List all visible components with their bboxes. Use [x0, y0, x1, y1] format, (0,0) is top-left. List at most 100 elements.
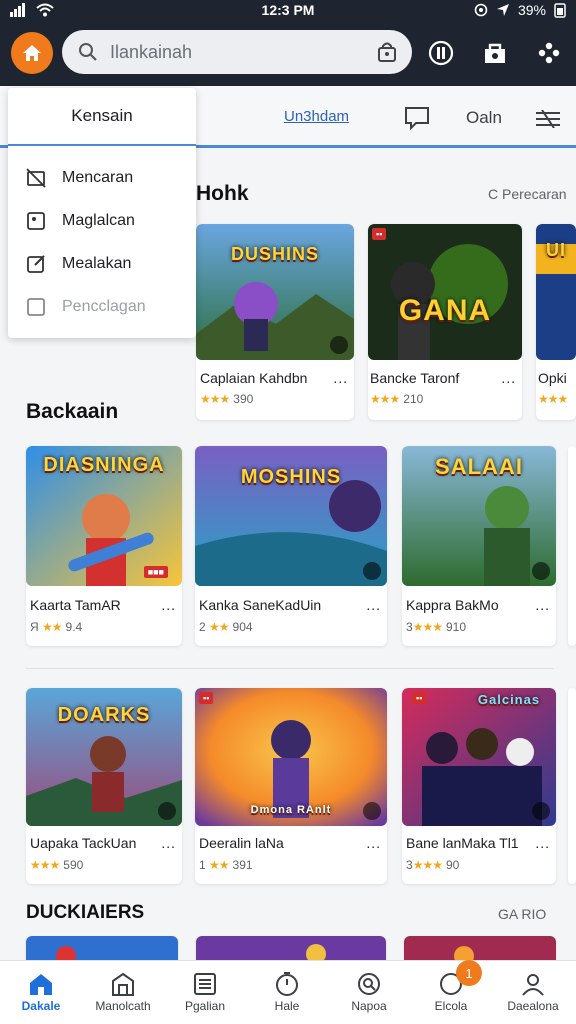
game-badge-icon: ■■■: [143, 566, 168, 578]
more-icon[interactable]: ...: [333, 370, 348, 386]
message-search-icon[interactable]: [404, 106, 430, 130]
checkbox-icon: [27, 298, 45, 316]
game-card[interactable]: ▪▪ Galcinas Bane lanMaka Tl1 ... 3★★★ 90: [402, 688, 556, 884]
nav-item-dakale[interactable]: Dakale: [0, 969, 82, 1013]
game-thumbnail: MOSHINS: [195, 446, 387, 586]
nav-item-manolcath[interactable]: Manolcath: [82, 969, 164, 1013]
home-button[interactable]: [11, 32, 53, 74]
list-icon: [194, 973, 216, 995]
battery-icon: [554, 3, 566, 18]
game-rating: 3★★★ 90: [406, 858, 460, 872]
section-link-perecaran[interactable]: C Perecaran: [488, 186, 567, 202]
game-rating: 3★★★ 910: [406, 620, 466, 634]
notification-badge: 1: [456, 960, 482, 986]
wrench-icon: [532, 562, 550, 580]
more-icon[interactable]: ...: [501, 370, 516, 386]
game-name: Uapaka TackUan: [30, 835, 137, 851]
game-name: Kaarta TamAR: [30, 597, 121, 613]
game-name: Kappra BakMo: [406, 597, 499, 613]
game-card[interactable]: DUSHINS Caplaian Kahdbn ... ★★★ 390: [196, 224, 354, 420]
game-name: Kanka SaneKadUin: [199, 597, 322, 613]
thumb-title: DIASNINGA: [43, 454, 165, 476]
bag-icon[interactable]: [482, 40, 508, 66]
lock-icon[interactable]: [376, 41, 398, 63]
game-card[interactable]: DOARKS Uapaka TackUan ... ★★★ 590: [26, 688, 182, 884]
wrench-icon: [158, 802, 176, 820]
game-card-peek[interactable]: [568, 446, 576, 646]
dropdown-item-mencaran[interactable]: Mencaran: [8, 160, 196, 196]
game-rating: 1 ★★ 391: [199, 858, 253, 872]
dropdown-item-mealakan[interactable]: Mealakan: [8, 246, 196, 282]
game-rating: ★★★ 210: [370, 392, 424, 406]
dropdown-item-label: Maglalcan: [62, 212, 135, 229]
more-icon[interactable]: ...: [366, 597, 381, 613]
more-icon[interactable]: ...: [161, 597, 176, 613]
tab-link-active[interactable]: Un3hdam: [284, 108, 349, 125]
thumb-title: GANA: [398, 294, 492, 327]
location-icon: [496, 4, 509, 16]
section-divider: [26, 668, 554, 669]
more-icon[interactable]: ...: [535, 835, 550, 851]
tab-search[interactable]: Oaln: [466, 108, 502, 128]
pause-circle-icon[interactable]: [428, 40, 454, 66]
section-link-ga-rio[interactable]: GA RIO: [498, 906, 546, 922]
dropdown-menu: Kensain Mencaran Maglalcan Mealakan Penc…: [8, 88, 196, 338]
thumb-title: SALAAI: [435, 454, 523, 479]
thumb-title: UI: [546, 240, 566, 260]
game-card-peek[interactable]: [568, 688, 576, 884]
game-name: Bane lanMaka Tl1: [406, 835, 519, 851]
game-card[interactable]: ▪▪ Dmona RAnlt Deeralin laNa ... 1 ★★ 391: [195, 688, 387, 884]
game-name: Deeralin laNa: [199, 835, 284, 851]
game-thumbnail: DOARKS: [26, 688, 182, 826]
dropdown-item-pencclagan[interactable]: Pencclagan: [8, 289, 196, 325]
home-icon: [30, 974, 52, 995]
game-card[interactable]: SALAAI Kappra BakMo ... 3★★★ 910: [402, 446, 556, 646]
nav-label: Dakale: [21, 999, 61, 1013]
game-badge-icon: ▪▪: [412, 692, 427, 704]
nav-item-pgalian[interactable]: Pgalian: [164, 969, 246, 1013]
game-name: Opki: [538, 370, 567, 386]
section-title-backaain: Backaain: [26, 400, 119, 423]
nav-label: Manolcath: [95, 999, 151, 1013]
game-card[interactable]: DIASNINGA ■■■ Kaarta TamAR ... Я ★★ 9.4: [26, 446, 182, 646]
more-icon[interactable]: ...: [535, 597, 550, 613]
search-input[interactable]: Ilankainah: [62, 30, 412, 74]
search-icon: [79, 43, 97, 61]
nav-label: Daealona: [507, 999, 559, 1013]
square-edit-icon: [27, 255, 45, 273]
nav-item-daealona[interactable]: Daealona: [492, 969, 574, 1013]
game-card[interactable]: UI Opki ★★★: [536, 224, 576, 420]
bottom-navigation: Dakale Manolcath Pgalian Hale Napoa Elco…: [0, 960, 576, 1024]
nav-item-napoa[interactable]: Napoa: [328, 969, 410, 1013]
timer-icon: [276, 972, 298, 996]
thumb-title: DUSHINS: [230, 244, 319, 264]
game-rating: Я ★★ 9.4: [30, 620, 83, 634]
filter-icon[interactable]: [536, 110, 560, 128]
section-title-hohk: Hohk: [196, 182, 249, 205]
search-query: Ilankainah: [110, 41, 193, 62]
nav-label: Pgalian: [184, 999, 226, 1013]
square-dot-icon: [27, 212, 45, 230]
nav-item-hale[interactable]: Hale: [246, 969, 328, 1013]
cast-off-icon: [26, 168, 46, 188]
nav-label: Elcola: [434, 999, 468, 1013]
game-thumbnail: DIASNINGA ■■■: [26, 446, 182, 586]
thumb-title: Galcinas: [477, 692, 541, 707]
nav-label: Napoa: [351, 999, 387, 1013]
game-thumbnail: ▪▪ GANA: [368, 224, 522, 360]
wrench-icon: [363, 802, 381, 820]
wrench-icon: [532, 802, 550, 820]
search-chat-icon: [358, 973, 380, 995]
dropdown-header[interactable]: Kensain: [8, 88, 196, 146]
wrench-icon: [363, 562, 381, 580]
top-app-bar: Ilankainah: [0, 22, 576, 86]
wrench-icon: [330, 336, 348, 354]
game-card[interactable]: MOSHINS Kanka SaneKadUin ... 2 ★★ 904: [195, 446, 387, 646]
gamepad-icon[interactable]: [536, 40, 562, 66]
more-icon[interactable]: ...: [161, 835, 176, 851]
game-card[interactable]: ▪▪ GANA Bancke Taronf ... ★★★ 210: [368, 224, 522, 420]
more-icon[interactable]: ...: [366, 835, 381, 851]
game-badge-icon: ▪▪: [372, 228, 387, 240]
game-thumbnail: ▪▪ Galcinas: [402, 688, 556, 826]
dropdown-item-maglalcan[interactable]: Maglalcan: [8, 203, 196, 239]
